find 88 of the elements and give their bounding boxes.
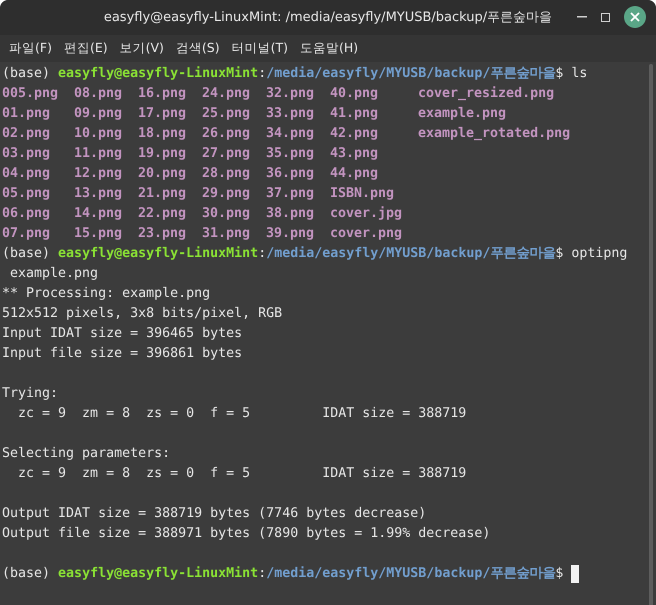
menu-item[interactable]: 도움말(H): [295, 39, 364, 58]
file-name: 29.png: [202, 186, 250, 201]
file-name: 09.png: [74, 106, 122, 121]
prompt-text: :: [258, 565, 266, 583]
prompt-text: :: [258, 245, 266, 263]
output-text: Output IDAT size = 388719 bytes (7746 bytes decrease): [2, 505, 426, 523]
file-name: 18.png: [138, 126, 186, 141]
file-name: 13.png: [74, 186, 122, 201]
prompt-user: easyfly@easyfly-LinuxMint: [58, 565, 258, 583]
file-name: 25.png: [202, 106, 250, 121]
file-name: 07.png: [2, 226, 50, 241]
file-name: 04.png: [2, 166, 50, 181]
output-text: Trying:: [2, 385, 58, 403]
menu-item[interactable]: 보기(V): [114, 39, 169, 58]
output-text: zc = 9 zm = 8 zs = 0 f = 5 IDAT size = 388719: [17, 465, 466, 483]
scrollbar[interactable]: [646, 62, 656, 605]
file-name: 11.png: [74, 146, 122, 161]
prompt-text: (base): [2, 245, 52, 263]
file-name: 20.png: [138, 166, 186, 181]
file-name: 30.png: [202, 206, 250, 221]
file-name: 37.png: [266, 186, 314, 201]
maximize-icon[interactable]: [601, 12, 610, 22]
output-text: 512x512 pixels, 3x8 bits/pixel, RGB: [2, 305, 282, 323]
file-name: 21.png: [138, 186, 186, 201]
prompt-path: /media/easyfly/MYUSB/backup/푸른숲마을: [266, 245, 556, 263]
menu-item[interactable]: 터미널(T): [226, 39, 294, 58]
prompt-text: $ optipng: [555, 245, 628, 263]
menu-item[interactable]: 편집(E): [58, 39, 113, 58]
file-name: 16.png: [138, 86, 186, 101]
file-name: 03.png: [2, 146, 50, 161]
file-name: 22.png: [138, 206, 186, 221]
prompt-text: :: [258, 65, 266, 83]
file-name: cover.jpg: [330, 206, 402, 221]
file-name: 08.png: [74, 86, 122, 101]
menu-item[interactable]: 검색(S): [170, 39, 225, 58]
output-text: Input file size = 396861 bytes: [2, 345, 242, 363]
file-name: 34.png: [266, 126, 314, 141]
file-name: 005.png: [2, 86, 58, 101]
file-name: 19.png: [138, 146, 186, 161]
prompt-text: (base): [2, 65, 52, 83]
output-text: Input IDAT size = 396465 bytes: [2, 325, 242, 343]
output-text: ** Processing: example.png: [2, 285, 210, 303]
file-name: 33.png: [266, 106, 314, 121]
file-name: 23.png: [138, 226, 186, 241]
prompt-user: easyfly@easyfly-LinuxMint: [58, 245, 258, 263]
file-name: 02.png: [2, 126, 50, 141]
output-text: Selecting parameters:: [2, 445, 170, 463]
file-name: 27.png: [202, 146, 250, 161]
file-name: 01.png: [2, 106, 50, 121]
file-name: 31.png: [202, 226, 250, 241]
file-name: 39.png: [266, 226, 314, 241]
file-name: 28.png: [202, 166, 250, 181]
file-name: 17.png: [138, 106, 186, 121]
file-name: 38.png: [266, 206, 314, 221]
prompt-text: $ ls: [555, 65, 588, 83]
file-name: example.png: [418, 106, 506, 121]
file-name: 05.png: [2, 186, 50, 201]
menu-item[interactable]: 파일(F): [4, 39, 57, 58]
prompt-path: /media/easyfly/MYUSB/backup/푸른숲마을: [266, 65, 556, 83]
file-name: 43.png: [330, 146, 378, 161]
minimize-icon[interactable]: [577, 16, 587, 18]
file-name: 10.png: [74, 126, 122, 141]
close-icon[interactable]: [624, 6, 646, 28]
file-name: 15.png: [74, 226, 122, 241]
file-name: 14.png: [74, 206, 122, 221]
file-name: 41.png: [330, 106, 378, 121]
file-name: 24.png: [202, 86, 250, 101]
file-name: cover_resized.png: [418, 86, 554, 101]
file-name: 42.png: [330, 126, 378, 141]
file-name: 40.png: [330, 86, 378, 101]
output-text: Output file size = 388971 bytes (7890 bytes = 1.99% decrease): [2, 525, 490, 543]
file-name: 32.png: [266, 86, 314, 101]
file-name: 44.png: [330, 166, 378, 181]
file-name: 26.png: [202, 126, 250, 141]
output-text: example.png: [9, 265, 98, 283]
prompt-path: /media/easyfly/MYUSB/backup/푸른숲마을: [266, 565, 556, 583]
file-name: 12.png: [74, 166, 122, 181]
file-name: 36.png: [266, 166, 314, 181]
prompt-user: easyfly@easyfly-LinuxMint: [58, 65, 258, 83]
file-name: cover.png: [330, 226, 402, 241]
file-name: 06.png: [2, 206, 50, 221]
prompt-text: $: [555, 565, 564, 583]
file-name: ISBN.png: [330, 186, 394, 201]
file-name: 35.png: [266, 146, 314, 161]
output-text: zc = 9 zm = 8 zs = 0 f = 5 IDAT size = 388719: [17, 405, 466, 423]
window-title: easyfly@easyfly-LinuxMint: /media/easyfly/MYUSB/backup/푸른숲마을: [104, 8, 552, 27]
prompt-text: (base): [2, 565, 52, 583]
file-name: example_rotated.png: [418, 126, 570, 141]
